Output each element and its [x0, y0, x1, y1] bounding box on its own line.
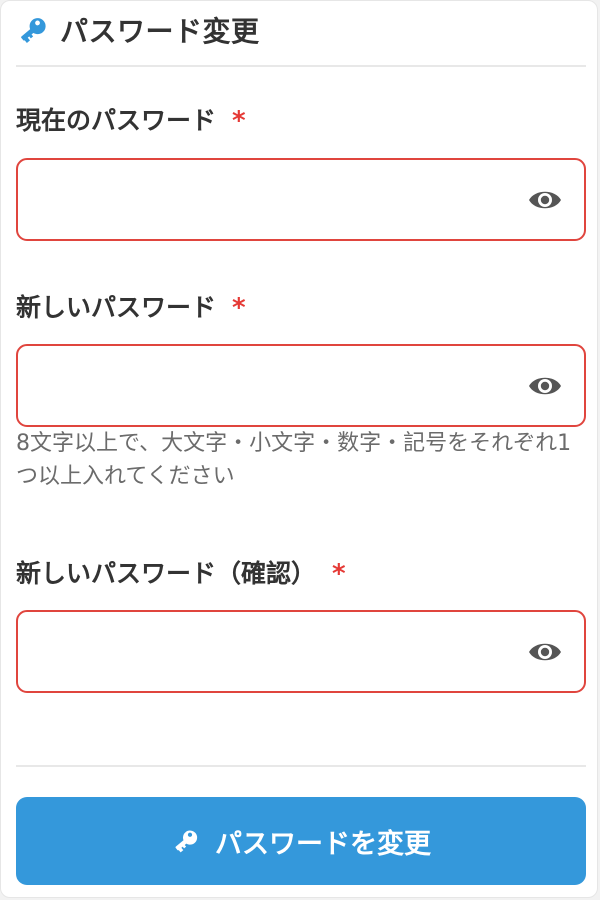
required-mark: * [232, 293, 246, 323]
eye-icon[interactable] [528, 638, 562, 666]
current-password-field [16, 158, 586, 241]
field-label: 新しいパスワード（確認） [16, 559, 317, 588]
new-password-label: 新しいパスワード * [16, 288, 246, 324]
key-icon [175, 830, 198, 853]
eye-icon[interactable] [528, 186, 562, 214]
password-change-card: パスワード変更 現在のパスワード * 新しいパスワード * 8文字以上で、大文字・小… [0, 0, 598, 898]
key-icon [21, 18, 46, 43]
new-password-input[interactable] [32, 346, 526, 427]
card-header: パスワード変更 [16, 11, 586, 67]
footer-divider [16, 765, 586, 767]
confirm-password-input[interactable] [32, 612, 526, 693]
field-label: 現在のパスワード [16, 106, 217, 135]
current-password-input[interactable] [32, 160, 526, 241]
submit-label: パスワードを変更 [215, 828, 431, 860]
change-password-button[interactable]: パスワードを変更 [16, 797, 586, 885]
page-title: パスワード変更 [60, 15, 260, 48]
required-mark: * [332, 559, 346, 589]
new-password-field [16, 344, 586, 427]
field-label: 新しいパスワード [16, 293, 217, 322]
eye-icon[interactable] [528, 372, 562, 400]
current-password-label: 現在のパスワード * [16, 101, 246, 137]
password-requirements-hint: 8文字以上で、大文字・小文字・数字・記号をそれぞれ1つ以上入れてください [16, 431, 572, 489]
confirm-password-field [16, 610, 586, 693]
required-mark: * [232, 106, 246, 136]
confirm-password-label: 新しいパスワード（確認） * [16, 554, 346, 590]
